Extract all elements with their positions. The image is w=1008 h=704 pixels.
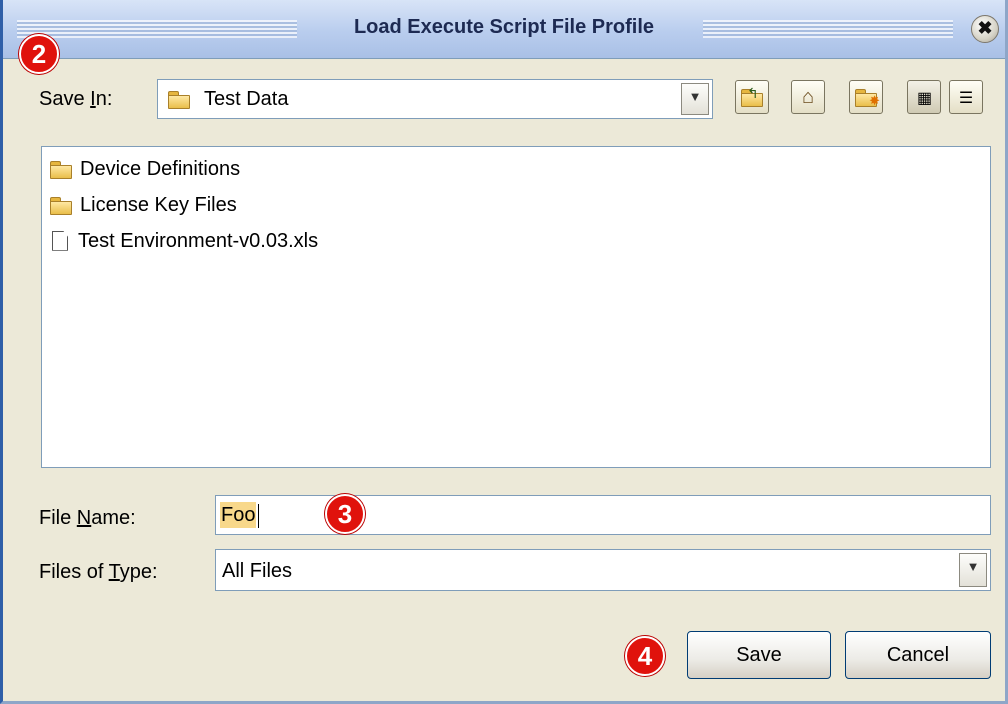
folder-icon	[168, 91, 190, 109]
save-in-dropdown[interactable]: Test Data ▼	[157, 79, 713, 119]
sparkle-icon: ✸	[869, 93, 880, 108]
home-icon: ⌂	[801, 86, 815, 108]
files-of-type-value: All Files	[222, 560, 293, 582]
file-icon	[52, 230, 68, 251]
home-button[interactable]: ⌂	[791, 80, 825, 114]
chevron-down-icon[interactable]: ▼	[681, 83, 709, 115]
text-cursor	[258, 504, 259, 528]
list-view-button[interactable]: ▦	[907, 80, 941, 114]
chevron-down-icon[interactable]: ▼	[959, 553, 987, 587]
file-name-text: License Key Files	[80, 193, 237, 216]
save-button[interactable]: Save	[687, 631, 831, 679]
file-dialog: Load Execute Script File Profile ✖ 2 Sav…	[0, 0, 1008, 704]
details-view-button[interactable]: ☰	[949, 80, 983, 114]
file-name-label-pre: File	[39, 507, 77, 529]
file-list[interactable]: Device Definitions License Key Files Tes…	[41, 146, 991, 468]
list-item[interactable]: License Key Files	[50, 189, 237, 219]
file-name-text: Test Environment-v0.03.xls	[78, 229, 319, 252]
files-of-type-label-post: ype:	[119, 561, 158, 583]
file-name-label-mnemonic: N	[76, 507, 92, 529]
file-name-text: Device Definitions	[80, 157, 241, 180]
files-of-type-label-mnemonic: T	[108, 561, 120, 583]
file-name-label-post: ame:	[91, 507, 136, 529]
window-title: Load Execute Script File Profile	[353, 16, 655, 38]
files-of-type-label: Files of Type:	[39, 561, 158, 584]
save-in-label-pre: Save	[39, 88, 91, 110]
folder-icon	[50, 160, 72, 179]
close-button[interactable]: ✖	[971, 15, 999, 43]
save-in-label-post: n:	[95, 88, 113, 110]
list-item[interactable]: Device Definitions	[50, 153, 240, 183]
list-view-icon: ▦	[916, 90, 932, 107]
file-name-label: File Name:	[39, 507, 136, 530]
files-of-type-dropdown[interactable]: All Files ▼	[215, 549, 991, 591]
files-of-type-label-pre: Files of	[39, 561, 109, 583]
callout-badge-4: 4	[625, 636, 665, 676]
up-arrow-icon: ↰	[747, 85, 759, 101]
callout-badge-3: 3	[325, 494, 365, 534]
folder-up-button[interactable]: ↰	[735, 80, 769, 114]
file-name-value: Foo	[220, 502, 257, 528]
title-bar[interactable]: Load Execute Script File Profile ✖	[3, 0, 1005, 59]
new-folder-button[interactable]: ✸	[849, 80, 883, 114]
callout-badge-2: 2	[19, 34, 59, 74]
cancel-button[interactable]: Cancel	[845, 631, 991, 679]
save-in-label: Save In:	[39, 88, 112, 111]
details-view-icon: ☰	[958, 90, 974, 107]
save-in-value: Test Data	[204, 88, 289, 110]
list-item[interactable]: Test Environment-v0.03.xls	[50, 225, 318, 255]
folder-icon	[50, 196, 72, 215]
